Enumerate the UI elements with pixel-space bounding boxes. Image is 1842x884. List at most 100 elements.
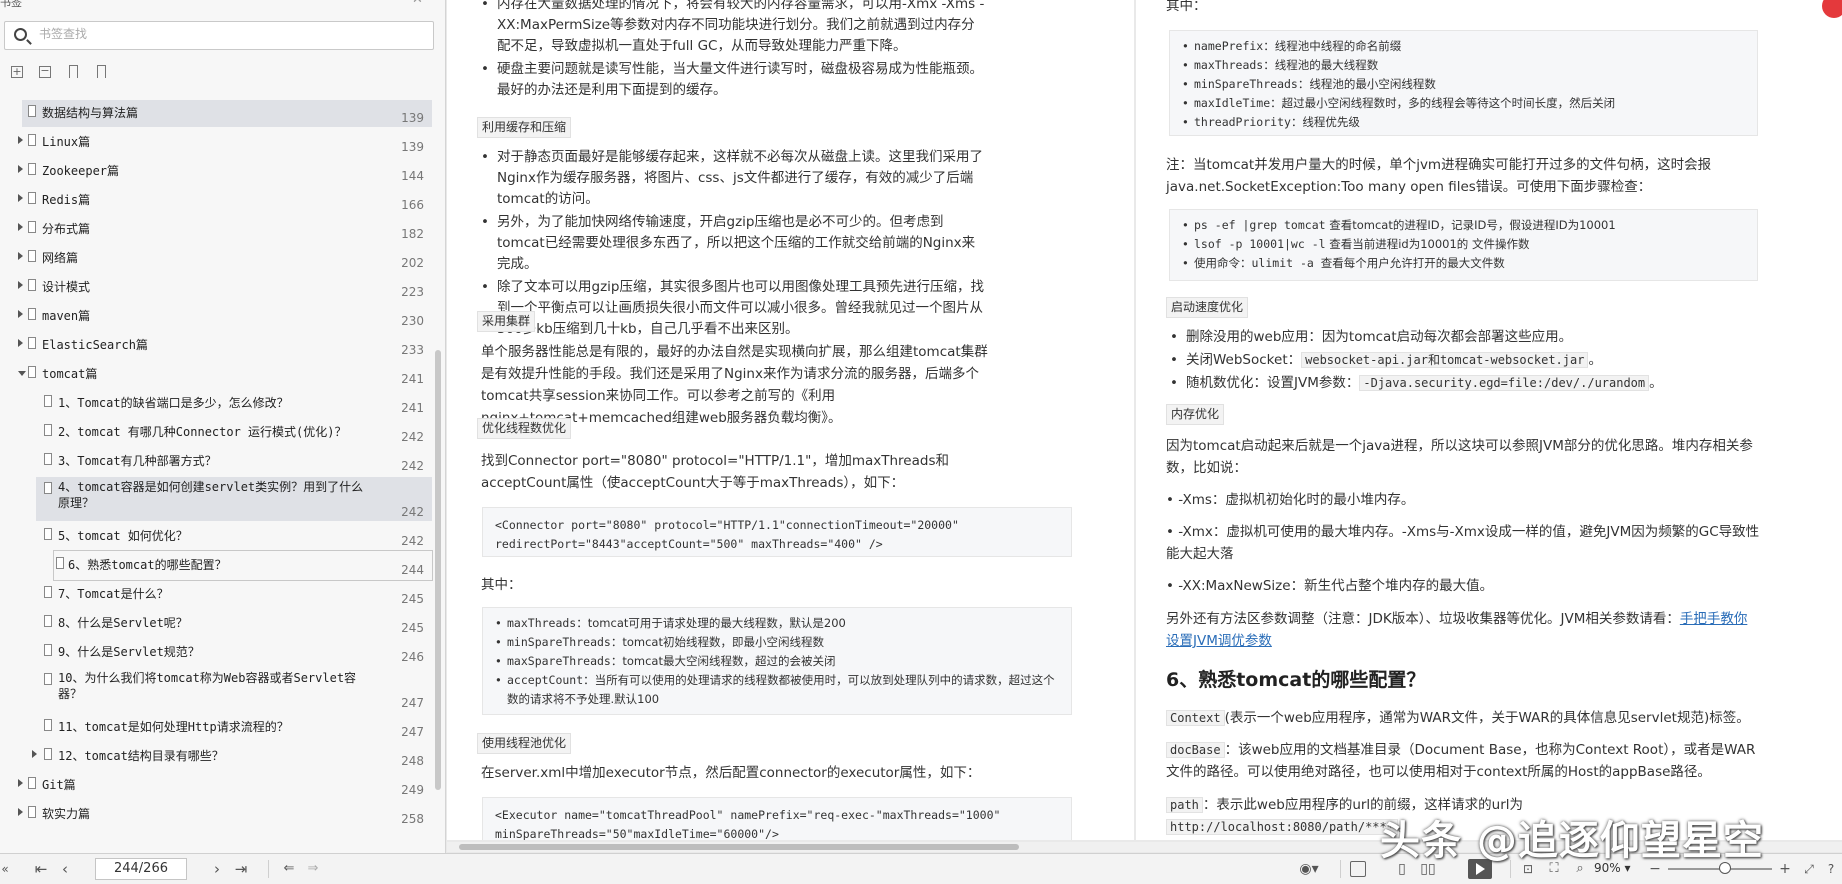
toc-item-page: 246 xyxy=(401,650,424,664)
single-page-view-icon[interactable] xyxy=(1350,861,1366,877)
toc-item-page: 242 xyxy=(401,430,424,444)
toc-item[interactable]: 3、Tomcat有几种部署方式？ 242 xyxy=(0,447,432,476)
toc-item[interactable]: 软实力篇 258 xyxy=(0,800,432,829)
list-item: ps -ef |grep tomcat 查看tomcat的进程ID，记录ID号，… xyxy=(1180,216,1745,235)
add-bookmark-icon[interactable] xyxy=(64,63,82,81)
toc-item[interactable]: tomcat篇 241 xyxy=(0,360,432,389)
toc-item-page: 166 xyxy=(401,198,424,212)
toc-item[interactable]: maven篇 230 xyxy=(0,302,432,331)
toc-item[interactable]: 6、熟悉tomcat的哪些配置？ 244 xyxy=(53,550,433,581)
toc-item[interactable]: ElasticSearch篇 233 xyxy=(0,331,432,360)
thread-param-list: maxThreads：tomcat可用于请求处理的最大线程数，默认是200 mi… xyxy=(482,607,1072,715)
eye-protect-icon[interactable]: ◉▾ xyxy=(1295,860,1323,878)
bookmark-icon xyxy=(44,644,52,656)
context-paragraph: Context (表示一个web应用程序，通常为WAR文件，关于WAR的具体信息见… xyxy=(1166,707,1760,729)
toc-item-label: 1、Tomcat的缺省端口是多少，怎么修改？ xyxy=(58,396,289,410)
fullscreen-icon[interactable]: ⤢ xyxy=(1800,860,1818,878)
sidebar-scrollbar[interactable] xyxy=(435,350,441,790)
list-item: threadPriority：线程优先级 xyxy=(1180,113,1745,132)
toc-item[interactable]: 1、Tomcat的缺省端口是多少，怎么修改？ 241 xyxy=(0,389,432,418)
chevron-right-icon[interactable] xyxy=(18,808,23,816)
toc-item[interactable]: Redis篇 166 xyxy=(0,186,432,215)
list-item: 除了文本可以用gzip压缩，其实很多图片也可以用图像处理工具预先进行压缩，找到一… xyxy=(477,277,987,340)
list-item: 关闭WebSocket：websocket-api.jar和tomcat-web… xyxy=(1166,350,1776,371)
toc-item-label: Git篇 xyxy=(42,778,76,792)
toc-item-page: 202 xyxy=(401,256,424,270)
bookmark-icon xyxy=(28,337,36,349)
bookmark-icon xyxy=(44,673,52,685)
thread-paragraph: 找到Connector port="8080" protocol="HTTP/1… xyxy=(481,453,949,491)
collapse-all-icon[interactable]: − xyxy=(36,63,54,81)
delete-bookmark-icon[interactable] xyxy=(92,63,110,81)
chevron-right-icon[interactable] xyxy=(18,310,23,318)
toc-item[interactable]: Git篇 249 xyxy=(0,771,432,800)
bookmark-icon xyxy=(28,192,36,204)
toc-item-label: 6、熟悉tomcat的哪些配置？ xyxy=(68,558,227,572)
toc-item[interactable]: Linux篇 139 xyxy=(0,128,432,157)
toc-item-page: 242 xyxy=(401,505,424,519)
scrollbar-thumb[interactable] xyxy=(459,844,1019,850)
toc-item[interactable]: 5、tomcat 如何优化？ 242 xyxy=(0,522,432,551)
chevron-right-icon[interactable] xyxy=(18,194,23,202)
panel-toggle-icon[interactable]: « xyxy=(0,860,10,878)
toc-item[interactable]: 12、tomcat结构目录有哪些？ 248 xyxy=(0,742,432,771)
chevron-right-icon[interactable] xyxy=(18,281,23,289)
toc-item[interactable]: 网络篇 202 xyxy=(0,244,432,273)
chevron-down-icon[interactable] xyxy=(18,371,26,376)
chevron-right-icon[interactable] xyxy=(18,165,23,173)
toc-item[interactable]: 9、什么是Servlet规范？ 246 xyxy=(0,638,432,667)
chevron-right-icon[interactable] xyxy=(18,252,23,260)
toc-item-page: 248 xyxy=(401,754,424,768)
zoom-in-icon[interactable]: + xyxy=(1778,860,1792,878)
list-item: 硬盘主要问题就是读写性能，当大量文件进行读写时，磁盘极容易成为性能瓶颈。最好的办… xyxy=(477,59,987,101)
toc-item-page: 242 xyxy=(401,459,424,473)
expand-all-icon[interactable]: + xyxy=(8,63,26,81)
first-page-icon[interactable]: ⇤ xyxy=(32,860,50,878)
toc-item[interactable]: 分布式篇 182 xyxy=(0,215,432,244)
toc-item[interactable]: 2、tomcat 有哪几种Connector 运行模式(优化)？ 242 xyxy=(0,418,432,447)
bookmark-search-input[interactable] xyxy=(39,27,419,41)
prev-page-icon[interactable]: ‹ xyxy=(56,860,74,878)
toc-item-label: 3、Tomcat有几种部署方式？ xyxy=(58,454,217,468)
chevron-right-icon[interactable] xyxy=(18,339,23,347)
last-page-icon[interactable]: ⇥ xyxy=(232,860,250,878)
list-item: 另外，为了能加快网络传输速度，开启gzip压缩也是必不可少的。但考虑到tomca… xyxy=(477,212,987,275)
chevron-right-icon[interactable] xyxy=(18,779,23,787)
xms-line: • -Xms：虚拟机初始化时的最小堆内存。 xyxy=(1166,492,1415,508)
bookmark-icon xyxy=(28,163,36,175)
xmx-line: • -Xmx：虚拟机可使用的最大堆内存。-Xms与-Xmx设成一样的值，避免JV… xyxy=(1166,524,1760,562)
close-sidebar-icon[interactable]: ✕ xyxy=(412,0,423,7)
help-icon[interactable]: ? xyxy=(1822,860,1840,878)
chevron-right-icon[interactable] xyxy=(18,136,23,144)
toc-item[interactable]: 4、tomcat容器是如何创建servlet类实例？用到了什么原理？ 242 xyxy=(0,476,432,522)
bookmark-icon xyxy=(44,615,52,627)
toc-item-page: 245 xyxy=(401,592,424,606)
bookmark-icon xyxy=(28,134,36,146)
toc-item[interactable]: 11、tomcat是如何处理Http请求流程的？ 247 xyxy=(0,713,432,742)
watermark-text: 头条 @追逐仰望星空 xyxy=(1380,818,1764,864)
check-steps-list: ps -ef |grep tomcat 查看tomcat的进程ID，记录ID号，… xyxy=(1169,209,1758,281)
sidebar-toolbar: + − xyxy=(8,63,110,83)
section-tag-pool: 使用线程池优化 xyxy=(477,733,572,754)
toc-item[interactable]: 10、为什么我们将tomcat称为Web容器或者Servlet容器？ 247 xyxy=(0,667,432,713)
search-icon xyxy=(14,28,27,41)
toc-item[interactable]: 设计模式 223 xyxy=(0,273,432,302)
toc-item-label: Redis篇 xyxy=(42,193,91,207)
next-page-icon[interactable]: › xyxy=(208,860,226,878)
forward-view-icon[interactable]: ⇒ xyxy=(304,860,322,878)
bookmark-search-box[interactable] xyxy=(4,21,434,50)
toc-item[interactable]: 7、Tomcat是什么？ 245 xyxy=(0,580,432,609)
toc-item-page: 245 xyxy=(401,621,424,635)
back-view-icon[interactable]: ⇐ xyxy=(280,860,298,878)
chevron-right-icon[interactable] xyxy=(18,223,23,231)
bookmark-icon xyxy=(28,250,36,262)
chevron-right-icon[interactable] xyxy=(32,750,37,758)
toc-item[interactable]: 8、什么是Servlet呢？ 245 xyxy=(0,609,432,638)
list-item: maxIdleTime：超过最小空闲线程数时，多的线程会等待这个时间长度，然后关… xyxy=(1180,94,1745,113)
bookmark-icon xyxy=(44,719,52,731)
page-number-input[interactable]: 244/266 xyxy=(95,858,187,880)
toc-item[interactable]: Zookeeper篇 144 xyxy=(0,157,432,186)
toc-item[interactable]: 数据结构与算法篇 139 xyxy=(0,99,432,128)
divider xyxy=(268,860,269,878)
toc-item-label: 7、Tomcat是什么？ xyxy=(58,587,169,601)
